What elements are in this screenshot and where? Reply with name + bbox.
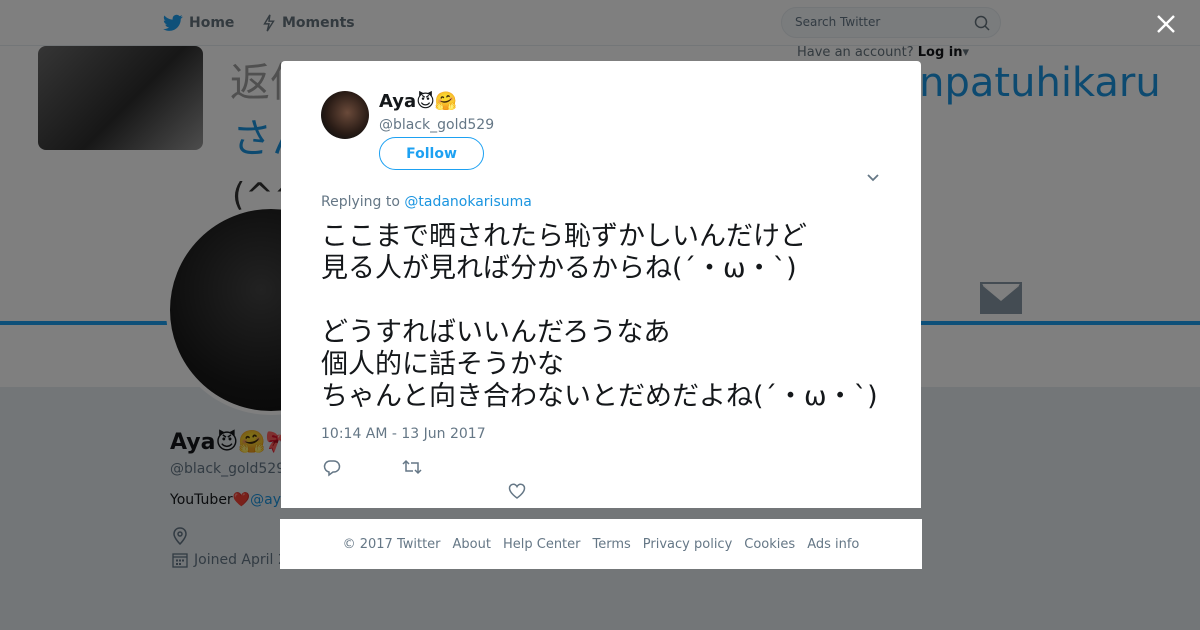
footer-link-cookies[interactable]: Cookies [744,537,795,552]
footer-link-terms[interactable]: Terms [593,537,631,552]
tweet-text-line: 個人的に話そうかな [321,349,564,380]
tweet-text-line: ここまで晒されたら恥ずかしいんだけど [321,221,807,252]
modal-footer: © 2017 Twitter About Help Center Terms P… [280,519,922,569]
footer-link-help-center[interactable]: Help Center [503,537,581,552]
tweet-author-name[interactable]: Aya😈🤗 [379,91,457,112]
close-icon[interactable] [1155,13,1177,35]
follow-button[interactable]: Follow [379,137,484,170]
tweet-author-avatar[interactable] [321,91,369,139]
tweet-text-line: どうすればいいんだろうなあ [321,317,671,348]
footer-link-about[interactable]: About [453,537,491,552]
footer-link-privacy-policy[interactable]: Privacy policy [643,537,732,552]
tweet-text: ここまで晒されたら恥ずかしいんだけど 見る人が見れば分かるからね(´・ω・`) … [321,221,881,413]
retweet-icon[interactable] [402,459,422,475]
chevron-down-icon[interactable] [866,173,880,183]
footer-copyright: © 2017 Twitter [342,536,441,552]
tweet-timestamp[interactable]: 10:14 AM - 13 Jun 2017 [321,426,486,442]
tweet-permalink-modal: Aya😈🤗 @black_gold529 Follow Replying to … [281,61,921,508]
heart-icon[interactable] [508,483,526,499]
footer-link-ads-info[interactable]: Ads info [807,537,859,552]
replying-to: Replying to @tadanokarisuma [321,194,532,210]
tweet-author-handle[interactable]: @black_gold529 [379,117,494,133]
tweet-text-line [321,285,881,317]
tweet-text-line: ちゃんと向き合わないとだめだよね(´・ω・`) [321,381,878,412]
replying-to-label: Replying to [321,194,400,210]
replying-to-handle[interactable]: @tadanokarisuma [404,194,531,210]
tweet-text-line: 見る人が見れば分かるからね(´・ω・`) [321,253,797,284]
reply-icon[interactable] [323,459,341,477]
